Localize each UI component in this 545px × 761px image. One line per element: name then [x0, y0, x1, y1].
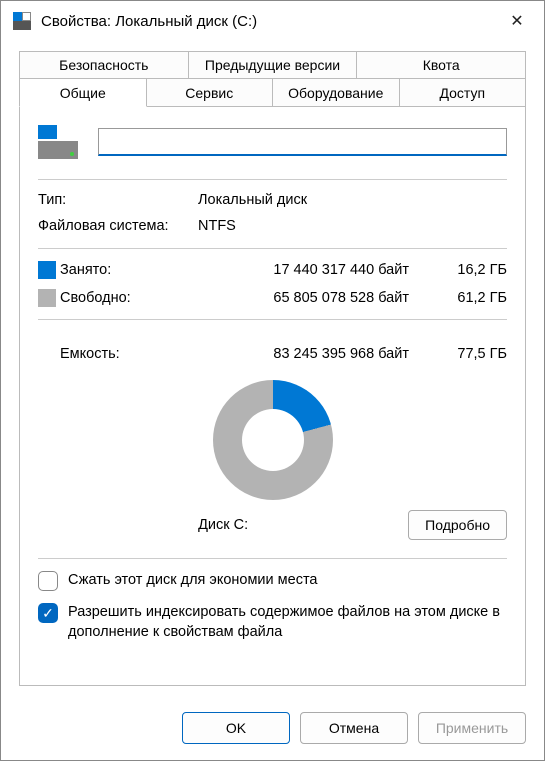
type-value: Локальный диск	[198, 192, 507, 208]
used-swatch	[38, 261, 56, 279]
type-label: Тип:	[38, 192, 198, 208]
titlebar: Свойства: Локальный диск (C:) ✕	[1, 1, 544, 41]
used-bytes: 17 440 317 440 байт	[180, 262, 427, 278]
capacity-bytes: 83 245 395 968 байт	[180, 346, 427, 362]
tab-security[interactable]: Безопасность	[19, 51, 189, 79]
apply-button[interactable]: Применить	[418, 712, 526, 744]
disk-label: Диск C:	[38, 517, 408, 533]
ok-button[interactable]: OK	[182, 712, 290, 744]
tab-panel-general: Тип: Локальный диск Файловая система: NT…	[19, 107, 526, 686]
used-gb: 16,2 ГБ	[427, 262, 507, 278]
free-gb: 61,2 ГБ	[427, 290, 507, 306]
tab-previous-versions[interactable]: Предыдущие версии	[189, 51, 358, 79]
cancel-button[interactable]: Отмена	[300, 712, 408, 744]
tab-sharing[interactable]: Доступ	[400, 79, 527, 107]
tab-hardware[interactable]: Оборудование	[273, 79, 400, 107]
tabs-row-2: Общие Сервис Оборудование Доступ	[19, 79, 526, 107]
tab-service[interactable]: Сервис	[147, 79, 274, 107]
capacity-gb: 77,5 ГБ	[427, 346, 507, 362]
free-bytes: 65 805 078 528 байт	[180, 290, 427, 306]
window-title: Свойства: Локальный диск (C:)	[41, 13, 494, 30]
drive-icon	[13, 12, 31, 30]
tab-general[interactable]: Общие	[19, 79, 147, 107]
tab-quota[interactable]: Квота	[357, 51, 526, 79]
dialog-footer: OK Отмена Применить	[1, 700, 544, 760]
usage-pie-chart	[213, 380, 333, 500]
close-button[interactable]: ✕	[494, 1, 540, 41]
compress-label: Сжать этот диск для экономии места	[68, 571, 317, 591]
index-checkbox[interactable]: ✓	[38, 603, 58, 623]
drive-name-input[interactable]	[98, 128, 507, 156]
separator	[38, 558, 507, 559]
details-button[interactable]: Подробно	[408, 510, 507, 540]
tabs-row-1: Безопасность Предыдущие версии Квота	[19, 51, 526, 79]
free-swatch	[38, 289, 56, 307]
compress-checkbox[interactable]	[38, 571, 58, 591]
drive-large-icon	[38, 125, 78, 159]
separator	[38, 179, 507, 180]
index-label: Разрешить индексировать содержимое файло…	[68, 603, 507, 642]
free-label: Свободно:	[60, 290, 180, 306]
filesystem-label: Файловая система:	[38, 218, 198, 234]
capacity-label: Емкость:	[60, 346, 180, 362]
used-label: Занято:	[60, 262, 180, 278]
separator	[38, 248, 507, 249]
separator	[38, 319, 507, 320]
filesystem-value: NTFS	[198, 218, 507, 234]
